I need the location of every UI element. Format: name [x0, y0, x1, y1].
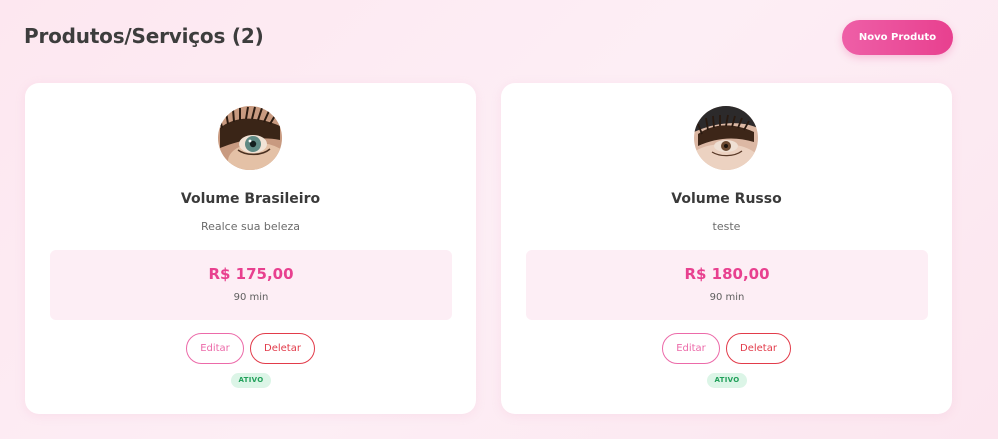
new-product-button[interactable]: Novo Produto [842, 20, 953, 55]
delete-button[interactable]: Deletar [250, 333, 315, 364]
edit-button[interactable]: Editar [186, 333, 244, 364]
status-badge: ATIVO [231, 373, 271, 388]
product-description: teste [712, 220, 741, 233]
product-price: R$ 180,00 [684, 265, 770, 283]
product-avatar [218, 106, 282, 170]
price-box: R$ 175,00 90 min [50, 250, 452, 320]
product-duration: 90 min [709, 292, 745, 303]
product-avatar [694, 106, 758, 170]
product-price: R$ 175,00 [208, 265, 294, 283]
status-badge: ATIVO [707, 373, 747, 388]
product-name: Volume Russo [671, 191, 782, 207]
delete-button[interactable]: Deletar [726, 333, 791, 364]
product-duration: 90 min [233, 292, 269, 303]
price-box: R$ 180,00 90 min [526, 250, 928, 320]
page-title: Produtos/Serviços (2) [24, 24, 264, 48]
product-card: Volume Russo teste R$ 180,00 90 min Edit… [501, 83, 952, 414]
product-description: Realce sua beleza [200, 220, 301, 233]
product-card: Volume Brasileiro Realce sua beleza R$ 1… [25, 83, 476, 414]
edit-button[interactable]: Editar [662, 333, 720, 364]
product-name: Volume Brasileiro [180, 191, 321, 207]
